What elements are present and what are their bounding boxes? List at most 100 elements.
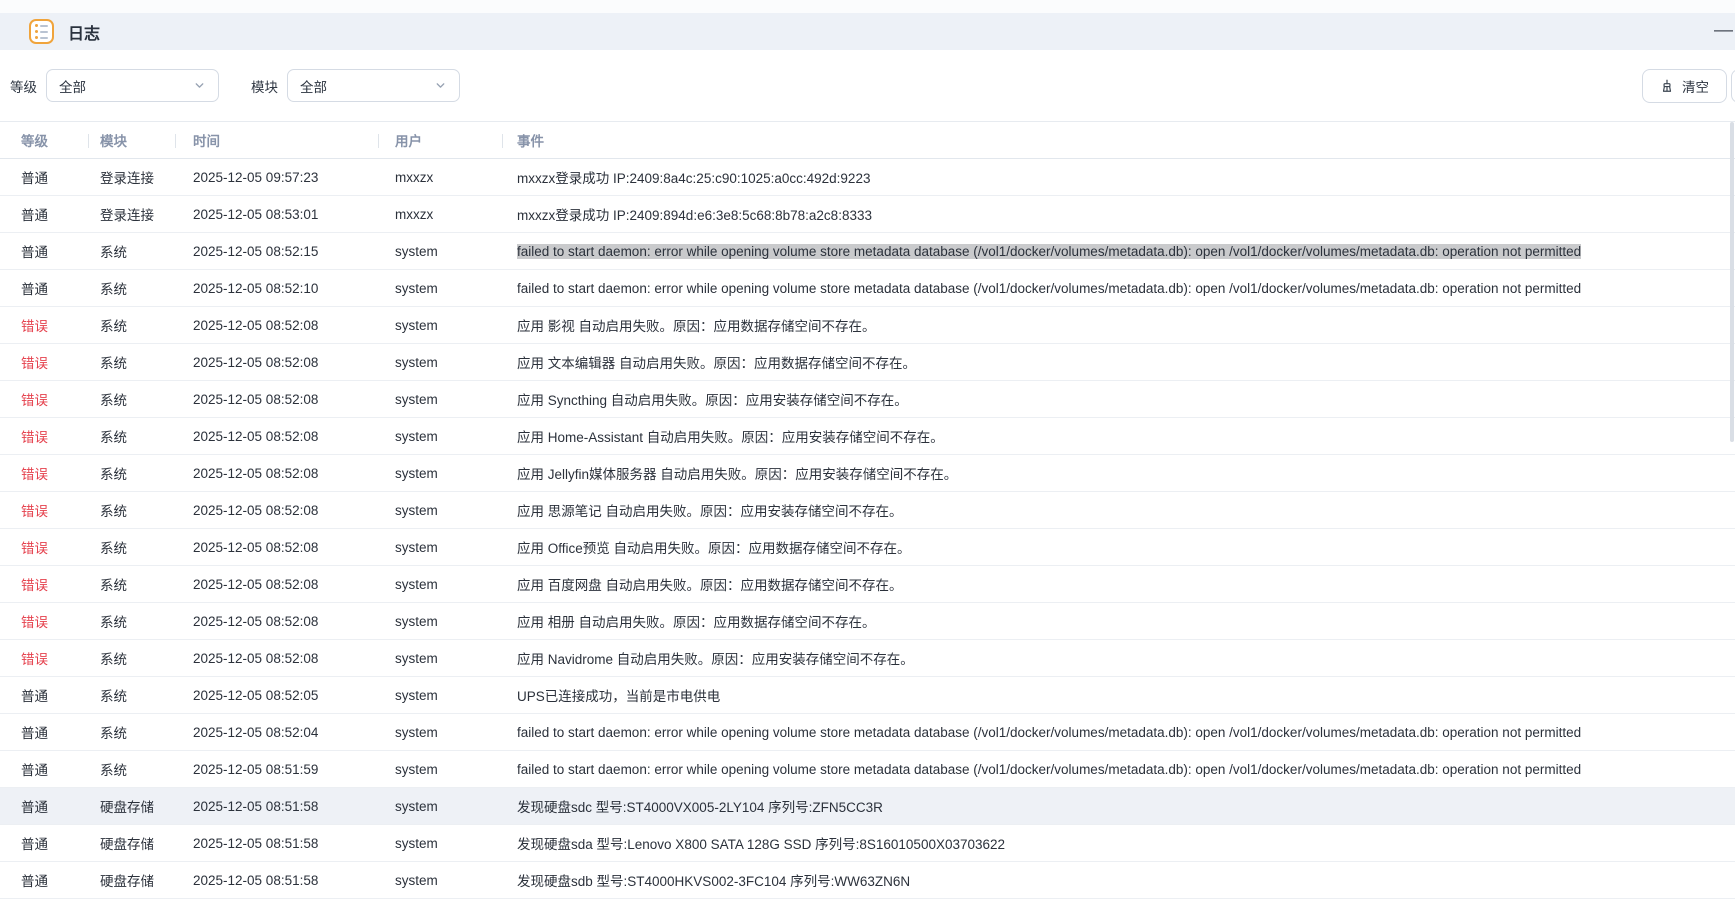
log-row[interactable]: 错误 系统 2025-12-05 08:52:08 system 应用 Office预览… — [0, 529, 1735, 566]
cell-user: system — [395, 872, 438, 888]
clear-logs-button[interactable]: 清空 — [1642, 68, 1727, 103]
log-row[interactable]: 错误 系统 2025-12-05 08:52:08 system 应用 Home-Ass… — [0, 418, 1735, 455]
cell-level: 错误 — [21, 430, 48, 445]
broom-icon — [1660, 79, 1674, 93]
log-row[interactable]: 普通 系统 2025-12-05 08:51:59 system failed to s… — [0, 751, 1735, 788]
cell-user: system — [395, 317, 438, 333]
log-row[interactable]: 普通 登录连接 2025-12-05 08:53:01 mxxzx mxxzx登录成功 … — [0, 196, 1735, 233]
cell-user: system — [395, 243, 438, 259]
cell-module: 登录连接 — [100, 171, 154, 186]
cell-user: mxxzx — [395, 169, 434, 185]
log-row[interactable]: 普通 硬盘存储 2025-12-05 08:51:58 system 发现硬盘sdc 型… — [0, 788, 1735, 825]
cell-user: system — [395, 798, 438, 814]
cell-module: 硬盘存储 — [100, 874, 154, 889]
window-titlebar: 日志 — — [0, 13, 1735, 50]
column-header-event[interactable]: 事件 — [502, 122, 1735, 158]
cell-level: 普通 — [21, 245, 48, 260]
filter-toolbar: 等级 全部 模块 全部 清空 — [0, 50, 1735, 121]
cell-time: 2025-12-05 08:52:15 — [193, 243, 319, 259]
cell-module: 系统 — [100, 652, 127, 667]
cell-event: failed to start daemon: error while open… — [502, 243, 1735, 259]
module-filter-select[interactable]: 全部 — [287, 69, 460, 102]
log-row[interactable]: 错误 系统 2025-12-05 08:52:08 system 应用 Jellyfin… — [0, 455, 1735, 492]
cell-level: 错误 — [21, 615, 48, 630]
log-table-body: 普通 登录连接 2025-12-05 09:57:23 mxxzx mxxzx登录成功 … — [0, 159, 1735, 899]
partial-button[interactable] — [1731, 68, 1735, 103]
cell-module: 系统 — [100, 726, 127, 741]
log-row[interactable]: 普通 系统 2025-12-05 08:52:15 system failed to s… — [0, 233, 1735, 270]
cell-level: 错误 — [21, 652, 48, 667]
cell-event: 发现硬盘sdb 型号:ST4000HKVS002-3FC104 序列号:WW63… — [517, 874, 911, 889]
cell-level: 普通 — [21, 282, 48, 297]
cell-event: 应用 Jellyfin媒体服务器 自动启用失败。原因：应用安装存储空间不存在。 — [517, 467, 958, 482]
cell-time: 2025-12-05 08:52:04 — [193, 724, 319, 740]
cell-module: 系统 — [100, 282, 127, 297]
cell-time: 2025-12-05 08:52:08 — [193, 539, 319, 555]
cell-event: 应用 文本编辑器 自动启用失败。原因：应用数据存储空间不存在。 — [517, 356, 917, 371]
cell-level: 普通 — [21, 726, 48, 741]
cell-time: 2025-12-05 08:52:08 — [193, 576, 319, 592]
cell-user: system — [395, 724, 438, 740]
level-filter-select[interactable]: 全部 — [46, 69, 219, 102]
cell-event: mxxzx登录成功 IP:2409:8a4c:25:c90:1025:a0cc:… — [517, 171, 871, 186]
cell-time: 2025-12-05 08:52:08 — [193, 354, 319, 370]
log-row[interactable]: 普通 系统 2025-12-05 08:52:10 system failed to s… — [0, 270, 1735, 307]
cell-module: 硬盘存储 — [100, 837, 154, 852]
log-row[interactable]: 错误 系统 2025-12-05 08:52:08 system 应用 影视 自动启用失… — [0, 307, 1735, 344]
log-row[interactable]: 普通 硬盘存储 2025-12-05 08:51:58 system 发现硬盘sda 型… — [0, 825, 1735, 862]
log-row[interactable]: 错误 系统 2025-12-05 08:52:08 system 应用 文本编辑器 自动… — [0, 344, 1735, 381]
log-row[interactable]: 普通 系统 2025-12-05 08:52:05 system UPS已连接成功，当前… — [0, 677, 1735, 714]
log-row[interactable]: 错误 系统 2025-12-05 08:52:08 system 应用 Navidrom… — [0, 640, 1735, 677]
cell-event: 应用 Home-Assistant 自动启用失败。原因：应用安装存储空间不存在。 — [517, 430, 944, 445]
clear-button-label: 清空 — [1682, 79, 1709, 95]
log-row[interactable]: 错误 系统 2025-12-05 08:52:08 system 应用 Syncthin… — [0, 381, 1735, 418]
cell-time: 2025-12-05 08:52:08 — [193, 465, 319, 481]
minimize-button[interactable]: — — [1714, 20, 1733, 39]
cell-user: mxxzx — [395, 206, 434, 222]
column-header-level[interactable]: 等级 — [0, 122, 88, 158]
log-table: 等级 模块 时间 用户 事件 普通 登录连接 2025-12-05 09:57:23… — [0, 121, 1735, 899]
chevron-down-icon — [434, 79, 447, 92]
log-table-header: 等级 模块 时间 用户 事件 — [0, 121, 1735, 159]
cell-module: 系统 — [100, 430, 127, 445]
column-header-module[interactable]: 模块 — [88, 122, 175, 158]
log-row[interactable]: 错误 系统 2025-12-05 08:52:08 system 应用 相册 自动启用失… — [0, 603, 1735, 640]
log-row[interactable]: 普通 系统 2025-12-05 08:52:04 system failed to s… — [0, 714, 1735, 751]
cell-module: 登录连接 — [100, 208, 154, 223]
column-header-time[interactable]: 时间 — [175, 122, 378, 158]
cell-user: system — [395, 650, 438, 666]
cell-event: failed to start daemon: error while open… — [517, 761, 1582, 777]
level-filter-label: 等级 — [10, 79, 37, 95]
chevron-down-icon — [193, 79, 206, 92]
cell-event: mxxzx登录成功 IP:2409:894d:e6:3e8:5c68:8b78:… — [517, 208, 872, 223]
cell-level: 错误 — [21, 467, 48, 482]
log-row[interactable]: 错误 系统 2025-12-05 08:52:08 system 应用 思源笔记 自动启… — [0, 492, 1735, 529]
cell-time: 2025-12-05 08:52:08 — [193, 650, 319, 666]
cell-module: 系统 — [100, 763, 127, 778]
cell-level: 普通 — [21, 800, 48, 815]
cell-event: 应用 思源笔记 自动启用失败。原因：应用安装存储空间不存在。 — [517, 504, 903, 519]
cell-level: 错误 — [21, 356, 48, 371]
log-row[interactable]: 错误 系统 2025-12-05 08:52:08 system 应用 百度网盘 自动启… — [0, 566, 1735, 603]
cell-level: 错误 — [21, 504, 48, 519]
log-row[interactable]: 普通 登录连接 2025-12-05 09:57:23 mxxzx mxxzx登录成功 … — [0, 159, 1735, 196]
cell-time: 2025-12-05 09:57:23 — [193, 169, 319, 185]
cell-level: 普通 — [21, 689, 48, 704]
column-header-user[interactable]: 用户 — [378, 122, 502, 158]
cell-level: 错误 — [21, 319, 48, 334]
cell-time: 2025-12-05 08:52:08 — [193, 428, 319, 444]
log-row[interactable]: 普通 硬盘存储 2025-12-05 08:51:58 system 发现硬盘sdb 型… — [0, 862, 1735, 899]
cell-level: 普通 — [21, 874, 48, 889]
cell-module: 系统 — [100, 615, 127, 630]
cell-time: 2025-12-05 08:53:01 — [193, 206, 319, 222]
scrollbar-thumb[interactable] — [1730, 122, 1734, 442]
cell-module: 系统 — [100, 319, 127, 334]
cell-event: failed to start daemon: error while open… — [517, 280, 1582, 296]
cell-event: 应用 影视 自动启用失败。原因：应用数据存储空间不存在。 — [517, 319, 876, 334]
cell-user: system — [395, 687, 438, 703]
window-title: 日志 — [68, 25, 101, 43]
module-filter-value: 全部 — [300, 79, 327, 95]
cell-module: 系统 — [100, 689, 127, 704]
cell-user: system — [395, 835, 438, 851]
cell-event: 应用 相册 自动启用失败。原因：应用数据存储空间不存在。 — [517, 615, 876, 630]
